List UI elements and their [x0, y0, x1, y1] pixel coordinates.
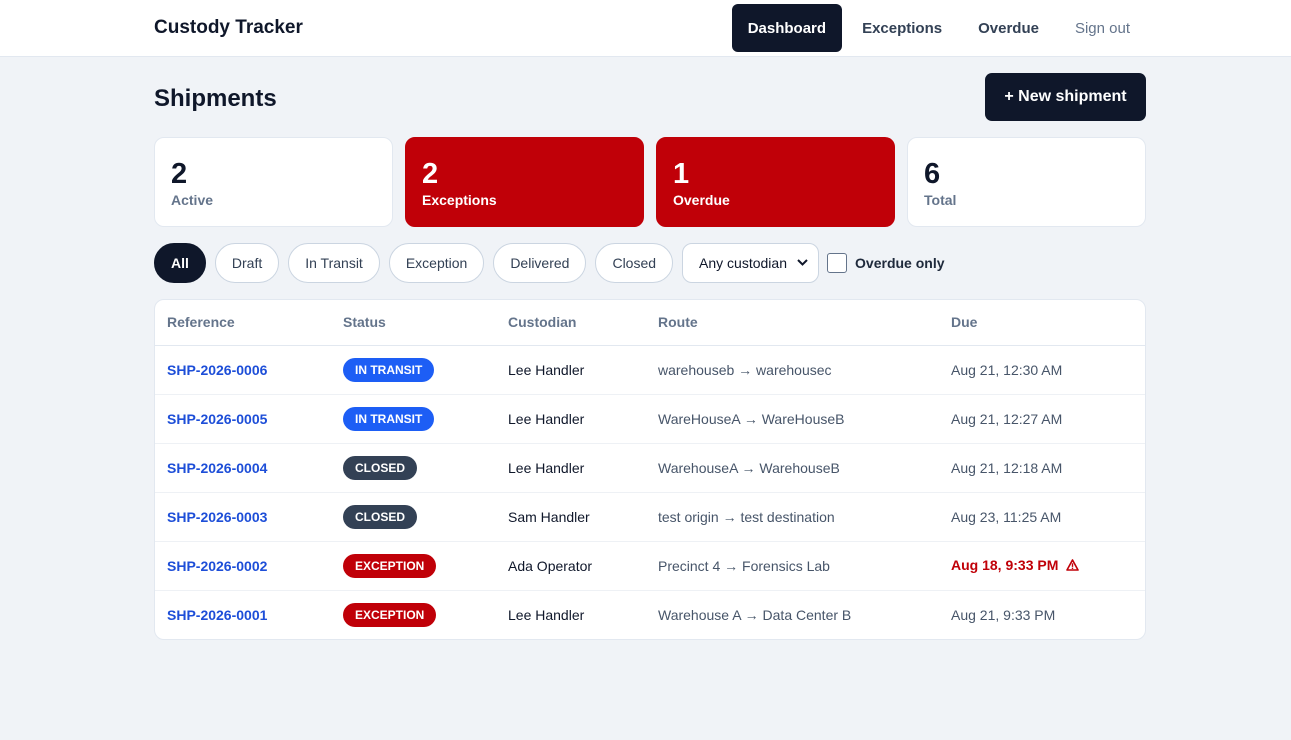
stat-card-exceptions: 2 Exceptions: [405, 137, 644, 227]
stat-label: Total: [924, 192, 957, 208]
page-header: Shipments + New shipment: [154, 57, 1146, 137]
stat-label: Active: [171, 192, 214, 208]
table-row[interactable]: SHP-2026-0004 CLOSED Lee Handler Warehou…: [155, 443, 1145, 493]
nav-exceptions[interactable]: Exceptions: [846, 4, 958, 52]
col-status: Status: [331, 300, 496, 346]
route-cell: WareHouseA → WareHouseB: [646, 394, 939, 444]
due-cell: Aug 21, 12:30 AM: [939, 345, 1145, 395]
custodian-select-value: Any custodian: [699, 255, 787, 271]
status-badge: CLOSED: [343, 455, 418, 480]
custodian-cell: Lee Handler: [496, 443, 646, 493]
shipment-reference-link[interactable]: SHP-2026-0005: [167, 411, 267, 427]
new-shipment-button[interactable]: + New shipment: [985, 73, 1146, 121]
shipment-reference-link[interactable]: SHP-2026-0002: [167, 558, 267, 574]
custodian-cell: Lee Handler: [496, 394, 646, 444]
shipment-reference-link[interactable]: SHP-2026-0003: [167, 509, 267, 525]
stat-label: Overdue: [673, 192, 730, 208]
due-cell: Aug 21, 12:18 AM: [939, 443, 1145, 493]
main-content: Shipments + New shipment 2 Active 2 Exce…: [154, 57, 1146, 640]
shipment-reference-link[interactable]: SHP-2026-0001: [167, 607, 267, 623]
custodian-cell: Ada Operator: [496, 541, 646, 591]
status-badge: EXCEPTION: [343, 602, 437, 627]
col-custodian: Custodian: [496, 300, 646, 346]
overdue-only-toggle[interactable]: Overdue only: [827, 253, 945, 273]
stat-card-total: 6 Total: [907, 137, 1146, 227]
filter-chip-exception[interactable]: Exception: [388, 243, 485, 283]
table-row[interactable]: SHP-2026-0002 EXCEPTION Ada Operator Pre…: [155, 541, 1145, 591]
warning-icon: [1066, 558, 1080, 574]
stat-label: Exceptions: [422, 192, 497, 208]
due-cell-overdue: Aug 18, 9:33 PM: [939, 541, 1145, 591]
stat-value: 1: [673, 158, 690, 190]
table-row[interactable]: SHP-2026-0001 EXCEPTION Lee Handler Ware…: [155, 590, 1145, 639]
custodian-cell: Sam Handler: [496, 492, 646, 542]
col-due: Due: [939, 300, 1145, 346]
nav-dashboard[interactable]: Dashboard: [731, 4, 843, 52]
table-row[interactable]: SHP-2026-0006 IN TRANSIT Lee Handler war…: [155, 345, 1145, 395]
stat-value: 2: [422, 158, 439, 190]
stat-value: 6: [924, 158, 941, 190]
due-value: Aug 18, 9:33 PM: [951, 557, 1059, 573]
stat-card-active: 2 Active: [154, 137, 393, 227]
filter-chip-all[interactable]: All: [154, 243, 206, 283]
due-cell: Aug 21, 9:33 PM: [951, 606, 1056, 623]
status-badge: IN TRANSIT: [343, 406, 435, 431]
nav-overdue[interactable]: Overdue: [962, 4, 1055, 52]
due-cell: Aug 21, 12:27 AM: [939, 394, 1145, 444]
custodian-cell: Lee Handler: [496, 345, 646, 395]
route-cell: WarehouseA → WarehouseB: [646, 443, 939, 493]
shipments-table-card: Reference Status Custodian Route Due SHP…: [154, 299, 1146, 640]
route-cell: Precinct 4 → Forensics Lab: [646, 541, 939, 591]
nav-sign-out[interactable]: Sign out: [1059, 4, 1146, 52]
stats-row: 2 Active 2 Exceptions 1 Overdue 6 Total: [154, 137, 1146, 227]
filter-chip-draft[interactable]: Draft: [214, 243, 280, 283]
page-title: Shipments: [154, 85, 277, 112]
status-badge: CLOSED: [343, 504, 418, 529]
col-route: Route: [646, 300, 939, 346]
due-cell: Aug 23, 11:25 AM: [939, 492, 1145, 542]
filter-bar: All Draft In Transit Exception Delivered…: [154, 243, 1146, 283]
stat-card-overdue: 1 Overdue: [656, 137, 895, 227]
filter-chip-in-transit[interactable]: In Transit: [288, 243, 380, 283]
shipment-reference-link[interactable]: SHP-2026-0006: [167, 362, 267, 378]
status-badge: IN TRANSIT: [343, 357, 435, 382]
route-cell: Warehouse A → Data Center B: [658, 606, 852, 623]
chevron-down-icon: [797, 257, 808, 269]
app-title: Custody Tracker: [154, 17, 303, 38]
table-row[interactable]: SHP-2026-0005 IN TRANSIT Lee Handler War…: [155, 394, 1145, 444]
overdue-only-checkbox[interactable]: [827, 253, 848, 273]
custodian-cell: Lee Handler: [508, 606, 585, 623]
route-cell: test origin → test destination: [646, 492, 939, 542]
stat-value: 2: [171, 158, 188, 190]
overdue-only-label: Overdue only: [855, 255, 945, 271]
table-header-row: Reference Status Custodian Route Due: [155, 300, 1145, 346]
top-bar: Custody Tracker Dashboard Exceptions Ove…: [0, 0, 1291, 57]
table-row[interactable]: SHP-2026-0003 CLOSED Sam Handler test or…: [155, 492, 1145, 542]
filter-chip-delivered[interactable]: Delivered: [493, 243, 587, 283]
custodian-select[interactable]: Any custodian: [682, 243, 820, 283]
col-reference: Reference: [155, 300, 331, 346]
shipments-table: Reference Status Custodian Route Due SHP…: [155, 300, 1145, 639]
route-cell: warehouseb → warehousec: [646, 345, 939, 395]
status-badge: EXCEPTION: [343, 553, 437, 578]
filter-chip-closed[interactable]: Closed: [595, 243, 674, 283]
main-nav: Dashboard Exceptions Overdue Sign out: [728, 4, 1146, 52]
shipment-reference-link[interactable]: SHP-2026-0004: [167, 460, 267, 476]
